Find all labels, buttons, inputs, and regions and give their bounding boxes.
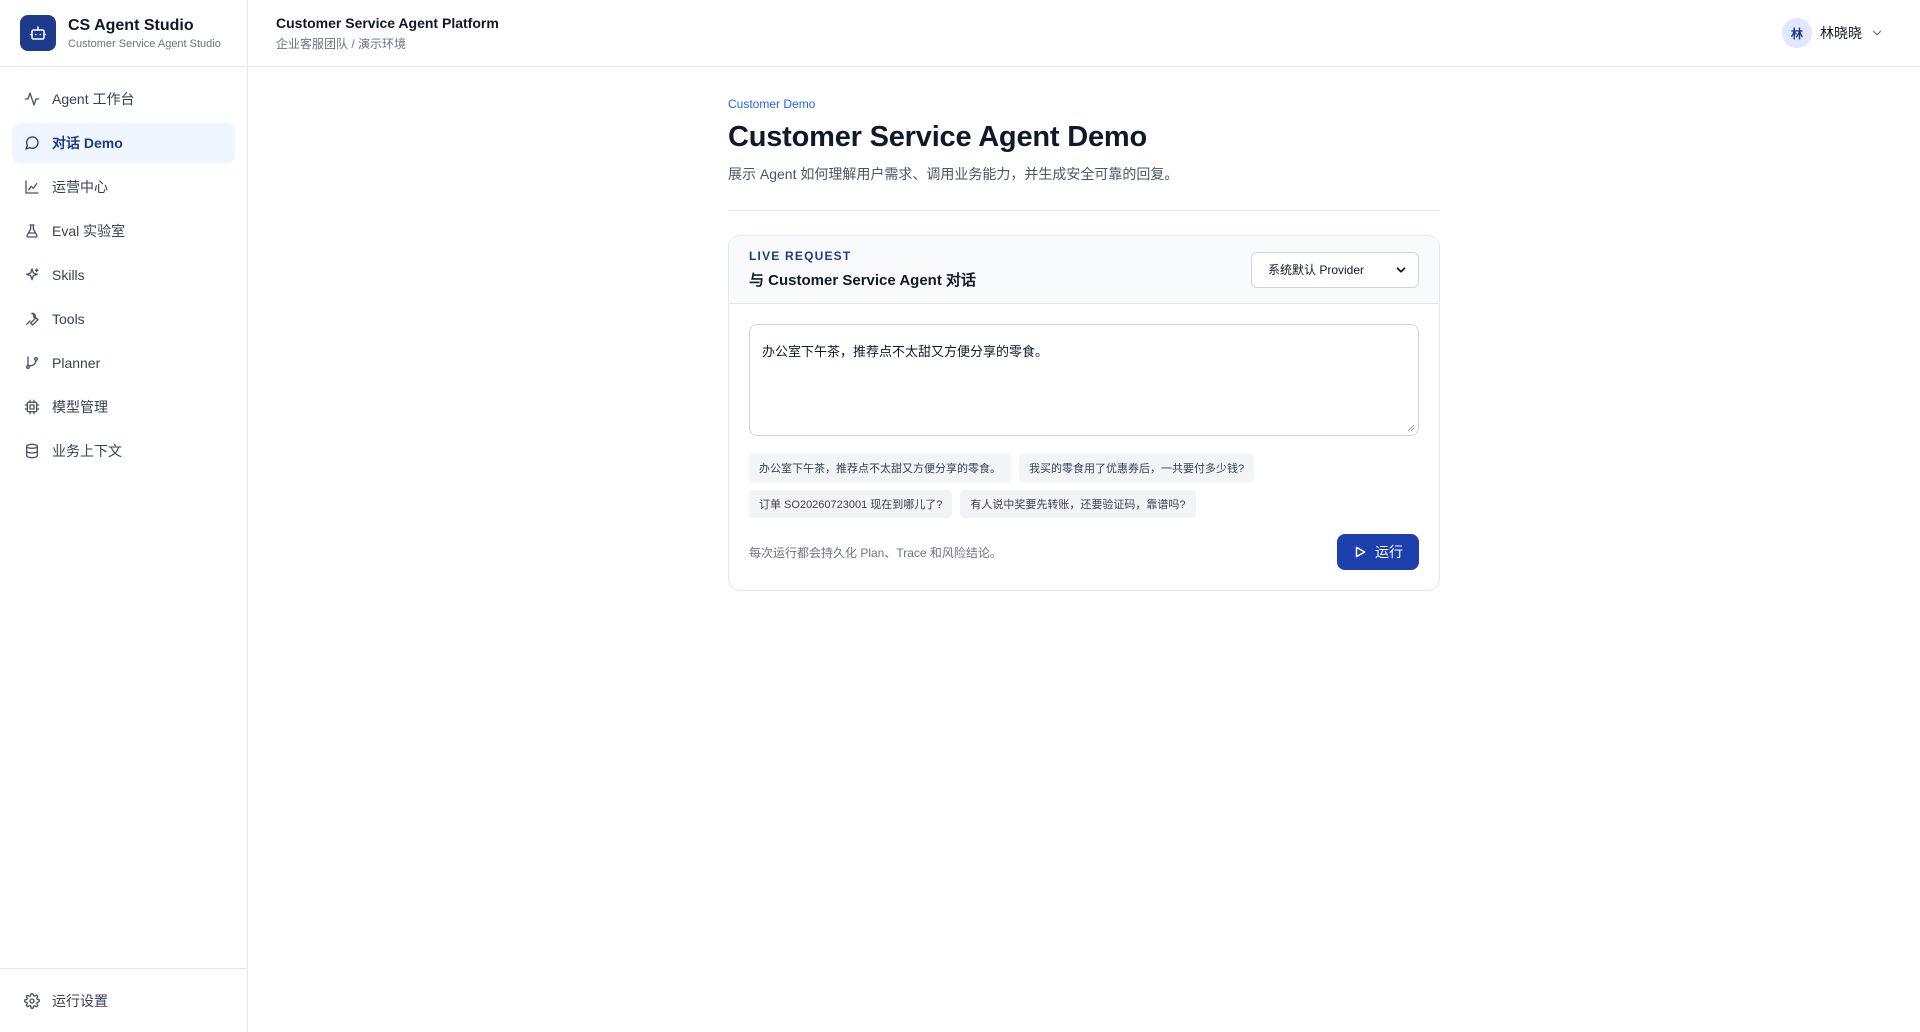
sidebar-item-label: Agent 工作台 — [52, 91, 135, 107]
message-input[interactable]: 办公室下午茶，推荐点不太甜又方便分享的零食。 — [749, 324, 1419, 436]
avatar: 林 — [1782, 18, 1812, 48]
user-menu[interactable]: 林 林晓晓 — [1774, 14, 1892, 52]
app-root: CS Agent Studio Customer Service Agent S… — [0, 0, 1920, 1032]
database-icon — [26, 443, 38, 459]
activity-icon — [24, 92, 40, 106]
breadcrumb: 企业客服团队 / 演示环境 — [276, 36, 407, 51]
sidebar-item-label: 对话 Demo — [52, 135, 123, 151]
sidebar-item-label: Eval 实验室 — [52, 223, 126, 239]
topbar: Customer Service Agent Platform 企业客服团队 /… — [248, 0, 1920, 67]
provider-selected-value: 系统默认 Provider — [1268, 263, 1365, 277]
page-title: Customer Service Agent Demo — [728, 121, 1147, 153]
sidebar-item-agent-workbench[interactable]: Agent 工作台 — [12, 79, 235, 119]
sidebar-item-operations[interactable]: 运营中心 — [12, 167, 235, 207]
chevron-down-icon — [1872, 30, 1882, 36]
sidebar-item-label: Skills — [52, 267, 85, 283]
cpu-icon — [24, 399, 40, 415]
sidebar-item-label: Planner — [52, 355, 101, 371]
sidebar-item-skills[interactable]: Skills — [12, 255, 235, 295]
chat-icon — [25, 136, 39, 150]
sidebar-item-label: 模型管理 — [52, 399, 108, 415]
sidebar-item-chat-demo[interactable]: 对话 Demo — [12, 123, 235, 163]
sidebar-item-run-settings[interactable]: 运行设置 — [12, 981, 235, 1021]
sidebar-item-model-management[interactable]: 模型管理 — [12, 387, 235, 427]
suggestion-chip[interactable]: 订单 SO20260723001 现在到哪儿了? — [749, 490, 953, 518]
card-header: LIVE REQUEST 与 Customer Service Agent 对话… — [729, 236, 1439, 304]
card-body: 办公室下午茶，推荐点不太甜又方便分享的零食。 办公室下午茶，推荐点不太甜又方便分… — [729, 304, 1439, 590]
page-description: 展示 Agent 如何理解用户需求、调用业务能力，并生成安全可靠的回复。 — [728, 164, 1440, 211]
card-title: 与 Customer Service Agent 对话 — [749, 272, 976, 289]
suggestion-chip[interactable]: 办公室下午茶，推荐点不太甜又方便分享的零食。 — [749, 454, 1011, 482]
chart-icon — [25, 180, 39, 194]
sidebar-item-label: Tools — [52, 311, 85, 327]
gear-icon — [24, 993, 40, 1009]
resize-handle-icon[interactable] — [1407, 424, 1415, 432]
main-area: Customer Service Agent Platform 企业客服团队 /… — [248, 0, 1920, 1032]
sidebar-nav: Agent 工作台 对话 Demo 运营中心 Eval 实验室 Skills T… — [0, 67, 247, 968]
sidebar-item-planner[interactable]: Planner — [12, 343, 235, 383]
platform-title: Customer Service Agent Platform — [276, 14, 499, 31]
suggestion-chip[interactable]: 有人说中奖要先转账，还要验证码，靠谱吗? — [960, 490, 1196, 518]
page-eyebrow: Customer Demo — [728, 97, 816, 111]
branch-icon — [26, 356, 38, 369]
brand-title: CS Agent Studio — [68, 16, 194, 34]
sidebar-item-label: 运行设置 — [52, 993, 108, 1009]
message-input-value: 办公室下午茶，推荐点不太甜又方便分享的零食。 — [762, 344, 1049, 359]
robot-icon — [20, 15, 56, 51]
sidebar-item-eval-lab[interactable]: Eval 实验室 — [12, 211, 235, 251]
sidebar-footer: 运行设置 — [0, 968, 247, 1032]
wrench-icon — [26, 312, 39, 326]
card-footer: 每次运行都会持久化 Plan、Trace 和风险结论。 运行 — [749, 534, 1419, 570]
chevron-down-icon — [1396, 266, 1406, 273]
content: Customer Demo Customer Service Agent Dem… — [248, 67, 1920, 1032]
run-button-label: 运行 — [1375, 544, 1403, 560]
flask-icon — [26, 224, 38, 238]
sidebar: CS Agent Studio Customer Service Agent S… — [0, 0, 248, 1032]
sidebar-item-label: 运营中心 — [52, 179, 108, 195]
demo-container: Customer Demo Customer Service Agent Dem… — [728, 97, 1440, 1032]
user-name: 林晓晓 — [1820, 25, 1862, 41]
suggestion-chip[interactable]: 我买的零食用了优惠券后，一共要付多少钱? — [1019, 454, 1255, 482]
provider-select[interactable]: 系统默认 Provider — [1251, 251, 1419, 288]
suggestion-list: 办公室下午茶，推荐点不太甜又方便分享的零食。 我买的零食用了优惠券后，一共要付多… — [749, 454, 1419, 518]
sparkles-icon — [26, 268, 39, 281]
run-button[interactable]: 运行 — [1337, 534, 1419, 570]
play-icon — [1355, 546, 1366, 558]
card-kicker: LIVE REQUEST — [749, 249, 852, 263]
sidebar-item-label: 业务上下文 — [52, 443, 122, 459]
brand[interactable]: CS Agent Studio Customer Service Agent S… — [0, 0, 247, 67]
run-footnote: 每次运行都会持久化 Plan、Trace 和风险结论。 — [749, 545, 1002, 560]
brand-subtitle: Customer Service Agent Studio — [68, 37, 221, 50]
live-request-card: LIVE REQUEST 与 Customer Service Agent 对话… — [728, 235, 1440, 591]
sidebar-item-business-context[interactable]: 业务上下文 — [12, 431, 235, 471]
sidebar-item-tools[interactable]: Tools — [12, 299, 235, 339]
